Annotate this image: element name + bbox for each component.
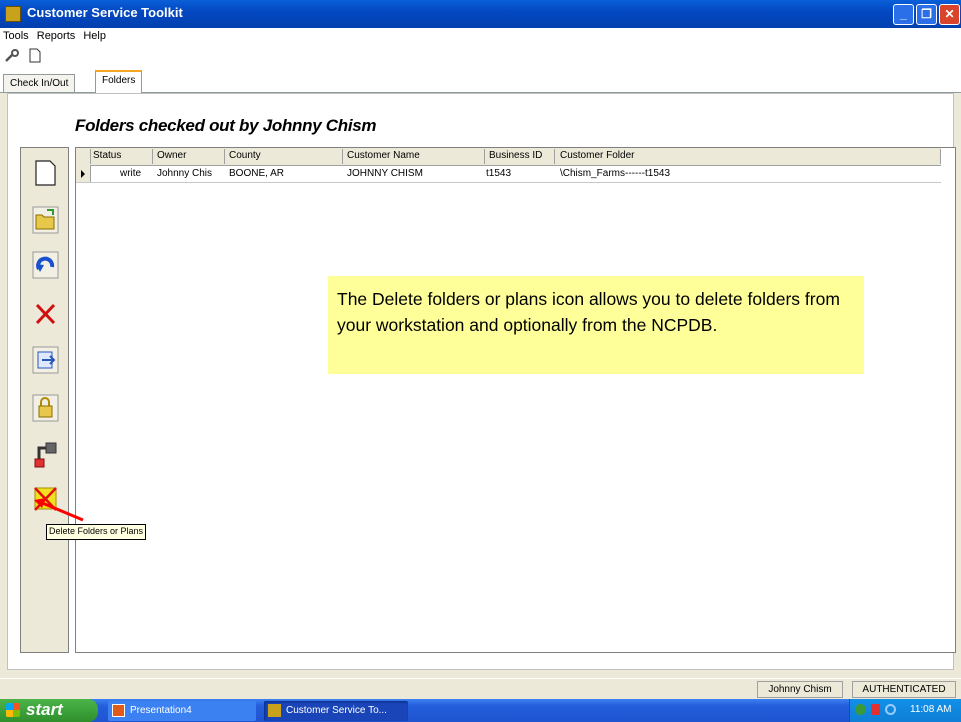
taskbar-button-label: Customer Service To... [286,705,387,716]
menu-tools[interactable]: Tools [0,28,31,42]
menu-help[interactable]: Help [80,28,108,42]
col-customer-folder[interactable]: Customer Folder [560,150,634,161]
menu-bar: Tools Reports Help [0,28,961,45]
table-row[interactable]: write Johnny Chis BOONE, AR JOHNNY CHISM… [76,165,941,183]
tab-folders[interactable]: Folders [95,70,143,93]
window-title-bar: Customer Service Toolkit _ ❐ ✕ [0,0,961,28]
system-tray: 11:08 AM [849,699,961,722]
cell-owner: Johnny Chis [157,168,213,179]
col-customer-name[interactable]: Customer Name [347,150,420,161]
col-owner[interactable]: Owner [157,150,186,161]
col-county[interactable]: County [229,150,261,161]
powerpoint-icon [112,704,125,717]
transfer-icon[interactable] [32,441,59,469]
tab-check-in-out[interactable]: Check In/Out [3,74,76,92]
start-button[interactable]: start [0,699,98,722]
minimize-button[interactable]: _ [893,4,914,25]
refresh-icon[interactable] [32,251,59,279]
delete-icon[interactable] [32,300,59,328]
taskbar-button-label: Presentation4 [130,705,192,716]
explanation-callout: The Delete folders or plans icon allows … [328,276,864,374]
folders-grid: Status Owner County Customer Name Busine… [75,147,956,653]
app-icon [5,6,21,22]
lock-icon[interactable] [32,394,59,422]
app-icon-small [268,704,281,717]
cell-county: BOONE, AR [229,168,285,179]
cell-business-id: t1543 [486,168,512,179]
security-icon[interactable] [871,704,880,715]
tab-strip: Check In/Out Folders [0,67,961,93]
taskbar-button-presentation[interactable]: Presentation4 [108,701,256,721]
top-toolbar [0,45,961,67]
windows-logo-icon [6,703,20,717]
status-bar: Johnny Chism AUTHENTICATED [0,678,961,700]
new-document-icon[interactable] [29,48,41,63]
checkin-icon[interactable] [32,346,59,374]
col-business-id[interactable]: Business ID [489,150,542,161]
volume-icon[interactable] [885,704,896,715]
maximize-button[interactable]: ❐ [916,4,937,25]
taskbar-button-customer-service[interactable]: Customer Service To... [264,701,408,721]
close-button[interactable]: ✕ [939,4,960,25]
status-user: Johnny Chism [757,681,843,698]
new-folder-icon[interactable] [32,159,59,187]
cell-status: write [120,168,142,179]
cell-customer-folder: \Chism_Farms------t1543 [560,168,671,179]
menu-reports[interactable]: Reports [34,28,78,42]
clock[interactable]: 11:08 AM [910,704,952,715]
wrench-icon[interactable] [4,49,20,63]
window-title: Customer Service Toolkit [27,5,183,20]
grid-header: Status Owner County Customer Name Busine… [76,148,941,166]
status-auth: AUTHENTICATED [852,681,956,698]
current-row-arrow-icon [81,170,85,178]
open-folder-icon[interactable] [32,206,59,234]
col-status[interactable]: Status [93,150,121,161]
row-selector[interactable] [76,165,91,182]
page-title: Folders checked out by Johnny Chism [75,116,377,135]
cell-customer-name: JOHNNY CHISM [347,168,423,179]
network-icon[interactable] [855,704,866,715]
folder-actions-toolbar [20,147,69,653]
start-label: start [26,700,63,719]
taskbar: start Presentation4 Customer Service To.… [0,699,961,722]
tooltip: Delete Folders or Plans [46,524,147,540]
